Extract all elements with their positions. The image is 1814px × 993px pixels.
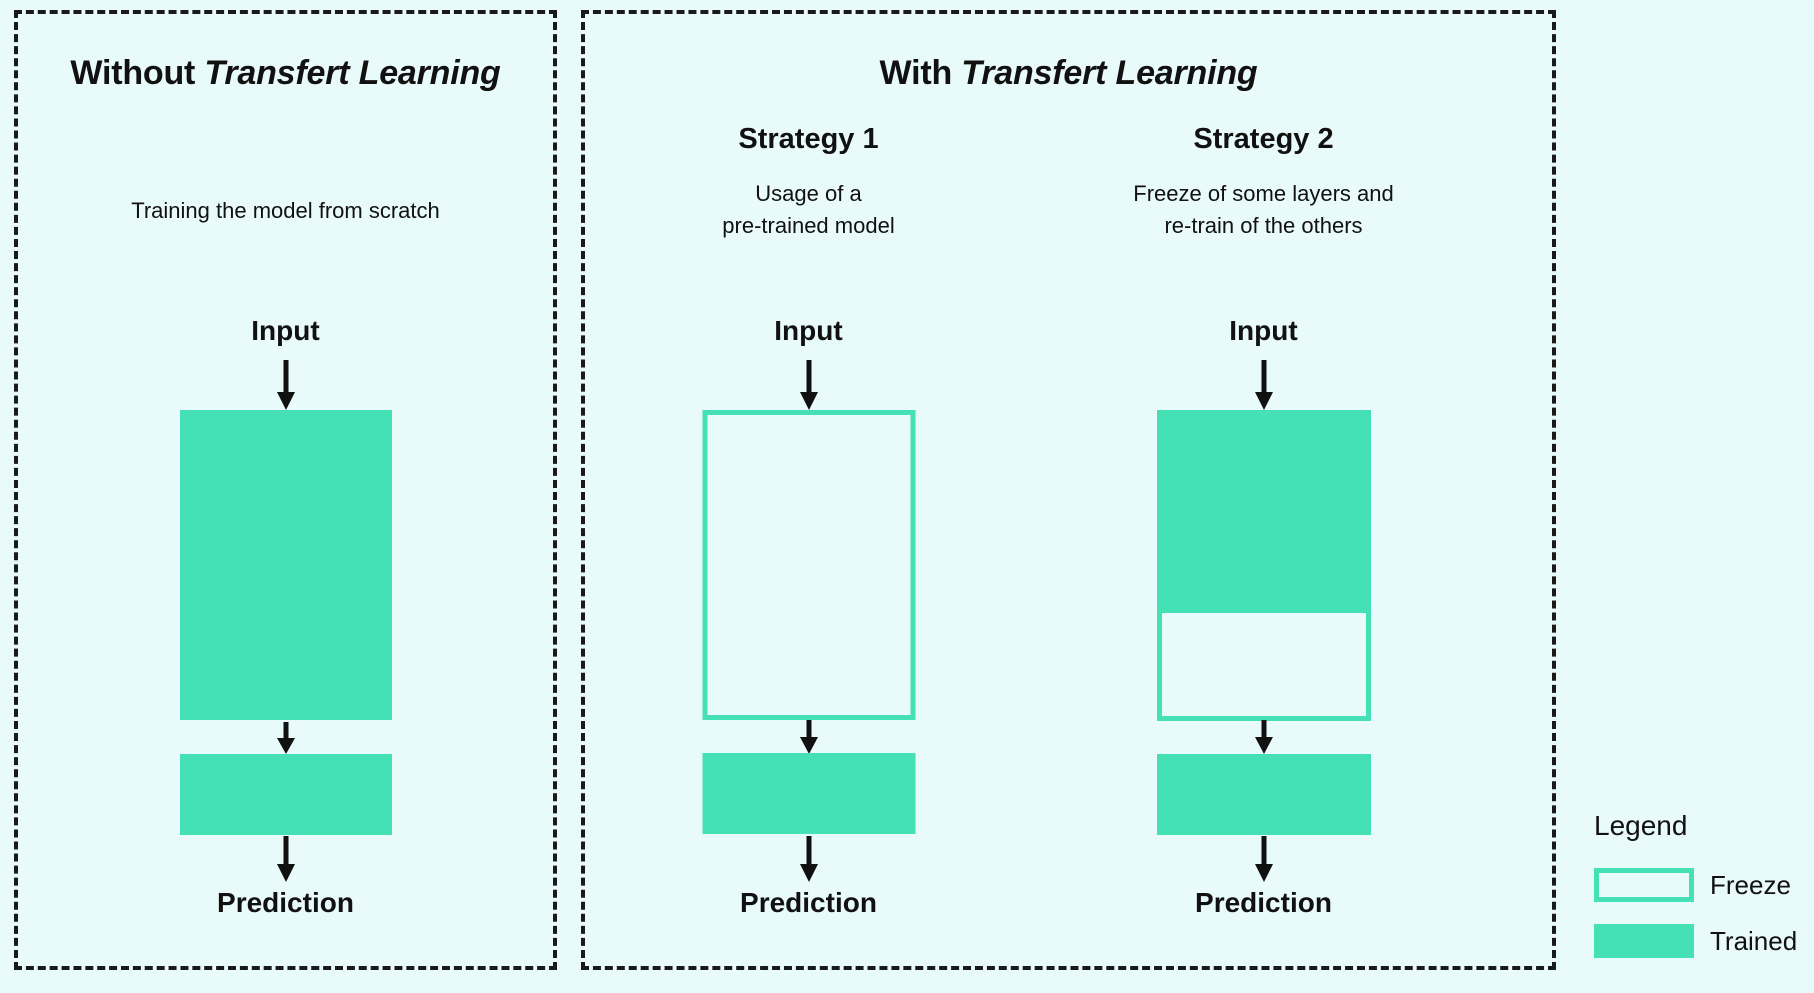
arrow-backbone-to-head-strategy-2 <box>1252 720 1276 754</box>
caption-strategy-1-line-2: pre-trained model <box>722 212 895 238</box>
heading-strategy-1: Strategy 1 <box>738 123 879 155</box>
block-backbone-lower-strategy-2 <box>1156 608 1371 721</box>
input-label-scratch: Input <box>251 315 320 346</box>
arrow-head-to-prediction-scratch <box>274 836 298 882</box>
block-head-scratch <box>179 754 392 835</box>
arrow-input-to-backbone-strategy-2 <box>1252 360 1276 410</box>
block-backbone-strategy-2 <box>1156 410 1371 721</box>
arrow-backbone-to-head-strategy-1 <box>797 720 821 754</box>
block-backbone-strategy-1 <box>702 410 915 720</box>
caption-strategy-2-line-1: Freeze of some layers and <box>1133 181 1394 206</box>
legend-swatch-trained <box>1594 924 1694 958</box>
column-strategy-1: Strategy 1 Usage of a pre-trained model … <box>581 0 1036 993</box>
prediction-label-scratch: Prediction <box>217 887 354 918</box>
legend-title: Legend <box>1594 810 1688 841</box>
legend-item-trained: Trained <box>1594 924 1809 958</box>
block-head-strategy-2 <box>1156 754 1371 835</box>
block-backbone-scratch <box>179 410 392 720</box>
caption-strategy-1: Usage of a pre-trained model <box>581 178 1036 242</box>
caption-strategy-1-line-1: Usage of a <box>755 181 862 206</box>
input-label-strategy-2: Input <box>1229 315 1298 346</box>
heading-strategy-2: Strategy 2 <box>1193 123 1334 155</box>
caption-scratch: Training the model from scratch <box>131 198 440 223</box>
caption-strategy-2-line-2: re-train of the others <box>1164 212 1363 238</box>
legend: Legend Freeze Trained <box>1594 810 1809 980</box>
arrow-input-to-backbone-scratch <box>274 360 298 410</box>
legend-label-trained: Trained <box>1710 925 1798 956</box>
diagram-canvas: Without Transfert Learning With Transfer… <box>0 0 1814 993</box>
arrow-input-to-backbone-strategy-1 <box>797 360 821 410</box>
legend-item-freeze: Freeze <box>1594 868 1809 902</box>
column-strategy-2: Strategy 2 Freeze of some layers and re-… <box>1036 0 1491 993</box>
prediction-label-strategy-2: Prediction <box>1195 887 1332 918</box>
caption-strategy-2: Freeze of some layers and re-train of th… <box>1036 178 1491 242</box>
legend-label-freeze: Freeze <box>1710 869 1791 900</box>
block-backbone-upper-strategy-2 <box>1156 410 1371 608</box>
prediction-label-strategy-1: Prediction <box>740 887 877 918</box>
input-label-strategy-1: Input <box>774 315 843 346</box>
arrow-head-to-prediction-strategy-1 <box>797 836 821 882</box>
column-scratch: Training the model from scratch Input Pr… <box>14 0 557 993</box>
arrow-head-to-prediction-strategy-2 <box>1252 836 1276 882</box>
legend-swatch-freeze <box>1594 868 1694 902</box>
block-head-strategy-1 <box>702 753 915 834</box>
arrow-backbone-to-head-scratch <box>274 722 298 754</box>
